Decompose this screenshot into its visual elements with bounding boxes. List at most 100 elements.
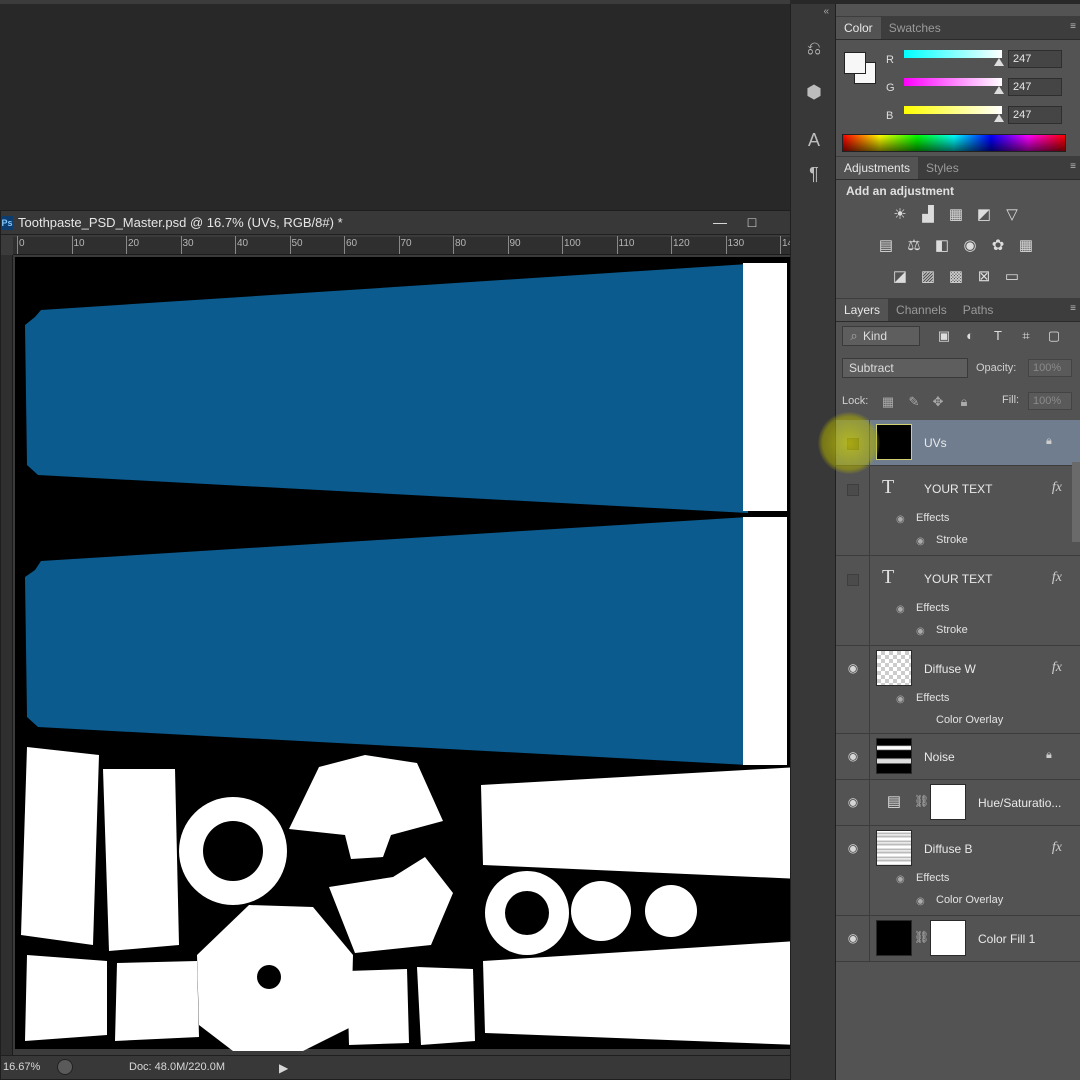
tab-swatches[interactable]: Swatches: [881, 17, 949, 39]
effects-eye-icon[interactable]: ◉: [896, 514, 905, 525]
channel-mixer-icon[interactable]: ✿: [988, 237, 1008, 255]
channel-value-r[interactable]: 247: [1008, 50, 1062, 68]
slider-thumb[interactable]: [994, 58, 1005, 66]
document-title-bar[interactable]: Ps Toothpaste_PSD_Master.psd @ 16.7% (UV…: [1, 211, 831, 235]
tab-styles[interactable]: Styles: [918, 157, 967, 179]
layer-effects-icon[interactable]: fx: [1052, 570, 1062, 586]
panel-menu-icon[interactable]: ≡: [1070, 21, 1076, 32]
layer-row[interactable]: T YOUR TEXT fx ◉ Effects ◉ Stroke: [836, 556, 1080, 646]
hue-saturation-icon[interactable]: ▤: [876, 237, 896, 255]
effects-eye-icon[interactable]: ◉: [896, 874, 905, 885]
visibility-toggle[interactable]: [847, 574, 859, 586]
effect-eye-icon[interactable]: ◉: [916, 536, 925, 547]
history-icon[interactable]: ⎌: [799, 34, 829, 62]
lock-transparent-pixels-icon[interactable]: ▦: [880, 394, 896, 410]
eye-icon[interactable]: ◉: [845, 796, 861, 808]
tab-paths[interactable]: Paths: [955, 299, 1002, 321]
minimize-button[interactable]: —: [707, 213, 733, 231]
photo-filter-icon[interactable]: ◉: [960, 237, 980, 255]
layer-row[interactable]: ◉ Noise 🔒︎: [836, 734, 1080, 780]
effect-eye-icon[interactable]: ◉: [916, 896, 925, 907]
layer-effects-icon[interactable]: fx: [1052, 660, 1062, 676]
color-balance-icon[interactable]: ⚖: [904, 237, 924, 255]
slider-thumb[interactable]: [994, 114, 1005, 122]
lock-position-icon[interactable]: ✥: [930, 394, 946, 410]
tab-adjustments[interactable]: Adjustments: [836, 157, 919, 179]
fill-field[interactable]: 100%: [1028, 392, 1072, 410]
visibility-toggle[interactable]: [847, 438, 859, 450]
effects-eye-icon[interactable]: ◉: [896, 694, 905, 705]
layer-row[interactable]: UVs 🔒︎: [836, 420, 1080, 466]
filter-smart-object-icon[interactable]: ▢: [1046, 328, 1062, 344]
3d-cube-icon[interactable]: ⬢: [799, 78, 829, 106]
tab-color[interactable]: Color: [836, 17, 881, 39]
layers-list: UVs 🔒︎ T YOUR TEXT fx ◉ Effects ◉ Stroke…: [836, 416, 1080, 976]
tab-channels[interactable]: Channels: [888, 299, 955, 321]
vibrance-icon[interactable]: ▽: [1002, 206, 1022, 224]
eye-icon[interactable]: ◉: [845, 750, 861, 762]
opacity-field[interactable]: 100%: [1028, 359, 1072, 377]
eye-icon[interactable]: ◉: [845, 932, 861, 944]
slider-thumb[interactable]: [994, 86, 1005, 94]
zoom-level[interactable]: 16.67%: [3, 1061, 40, 1073]
right-panels: Color Swatches ≡ R 247 G 247 B 247 Adjustment…: [836, 4, 1080, 1080]
vertical-ruler[interactable]: [1, 255, 13, 1055]
eye-icon[interactable]: ◉: [845, 842, 861, 854]
channel-slider-b[interactable]: [904, 106, 1002, 114]
collapse-panels-icon[interactable]: «: [823, 6, 829, 17]
document-size: Doc: 48.0M/220.0M: [129, 1061, 225, 1073]
panel-menu-icon[interactable]: ≡: [1070, 161, 1076, 172]
gradient-map-icon[interactable]: ▭: [1002, 268, 1022, 286]
layer-row[interactable]: ◉ ⛓ Color Fill 1: [836, 916, 1080, 962]
color-spectrum-ramp[interactable]: [842, 134, 1066, 152]
filter-adjustment-icon[interactable]: ◐: [962, 328, 978, 344]
status-menu-arrow-icon[interactable]: ▶: [279, 1061, 288, 1075]
opacity-label: Opacity:: [976, 362, 1017, 374]
mask-link-icon[interactable]: ⛓: [914, 930, 929, 944]
layer-effects-icon[interactable]: fx: [1052, 840, 1062, 856]
mask-link-icon[interactable]: ⛓: [914, 794, 929, 808]
visibility-toggle[interactable]: [847, 484, 859, 496]
effects-eye-icon[interactable]: ◉: [896, 604, 905, 615]
eye-icon[interactable]: ◉: [845, 662, 861, 674]
posterize-icon[interactable]: ▨: [918, 268, 938, 286]
channel-value-b[interactable]: 247: [1008, 106, 1062, 124]
filter-pixel-icon[interactable]: ▣: [936, 328, 952, 344]
tab-layers[interactable]: Layers: [836, 299, 889, 321]
levels-icon[interactable]: ▟: [918, 206, 938, 224]
filter-type-icon[interactable]: T: [990, 328, 1006, 344]
paragraph-icon[interactable]: ¶: [799, 160, 829, 188]
layer-row[interactable]: T YOUR TEXT fx ◉ Effects ◉ Stroke: [836, 466, 1080, 556]
invert-icon[interactable]: ◪: [890, 268, 910, 286]
foreground-color-swatch[interactable]: [844, 52, 866, 74]
blend-mode-select[interactable]: Subtract: [842, 358, 968, 378]
maximize-button[interactable]: □: [739, 213, 765, 231]
selective-color-icon[interactable]: ⊠: [974, 268, 994, 286]
channel-value-g[interactable]: 247: [1008, 78, 1062, 96]
lock-all-icon[interactable]: 🔒︎: [956, 394, 972, 410]
character-icon[interactable]: A: [799, 126, 829, 154]
layer-row[interactable]: ◉ Diffuse B fx ◉ Effects ◉ Color Overlay: [836, 826, 1080, 916]
layer-row[interactable]: ◉ ▤ ⛓ Hue/Saturatio...: [836, 780, 1080, 826]
channel-slider-g[interactable]: [904, 78, 1002, 86]
layer-row[interactable]: ◉ Diffuse W fx ◉ Effects Color Overlay: [836, 646, 1080, 734]
layer-effects-icon[interactable]: fx: [1052, 480, 1062, 496]
horizontal-ruler[interactable]: 0102030405060708090100110120130140: [13, 236, 813, 255]
curves-icon[interactable]: ▦: [946, 206, 966, 224]
canvas[interactable]: [13, 255, 813, 1055]
effects-label: Effects: [916, 692, 950, 704]
threshold-icon[interactable]: ▩: [946, 268, 966, 286]
effect-eye-icon[interactable]: ◉: [916, 626, 925, 637]
adjustments-heading: Add an adjustment: [846, 184, 955, 198]
layers-scrollbar-thumb[interactable]: [1072, 462, 1080, 542]
lock-image-pixels-icon[interactable]: ✎: [906, 394, 922, 410]
color-lookup-icon[interactable]: ▦: [1016, 237, 1036, 255]
channel-slider-r[interactable]: [904, 50, 1002, 58]
ruler-tick: [725, 236, 727, 254]
exposure-icon[interactable]: ◩: [974, 206, 994, 224]
black-white-icon[interactable]: ◧: [932, 237, 952, 255]
filter-shape-icon[interactable]: ⌗: [1018, 328, 1034, 344]
brightness-contrast-icon[interactable]: ☀: [890, 206, 910, 224]
panel-menu-icon[interactable]: ≡: [1070, 303, 1076, 314]
status-options-icon[interactable]: [57, 1059, 73, 1075]
